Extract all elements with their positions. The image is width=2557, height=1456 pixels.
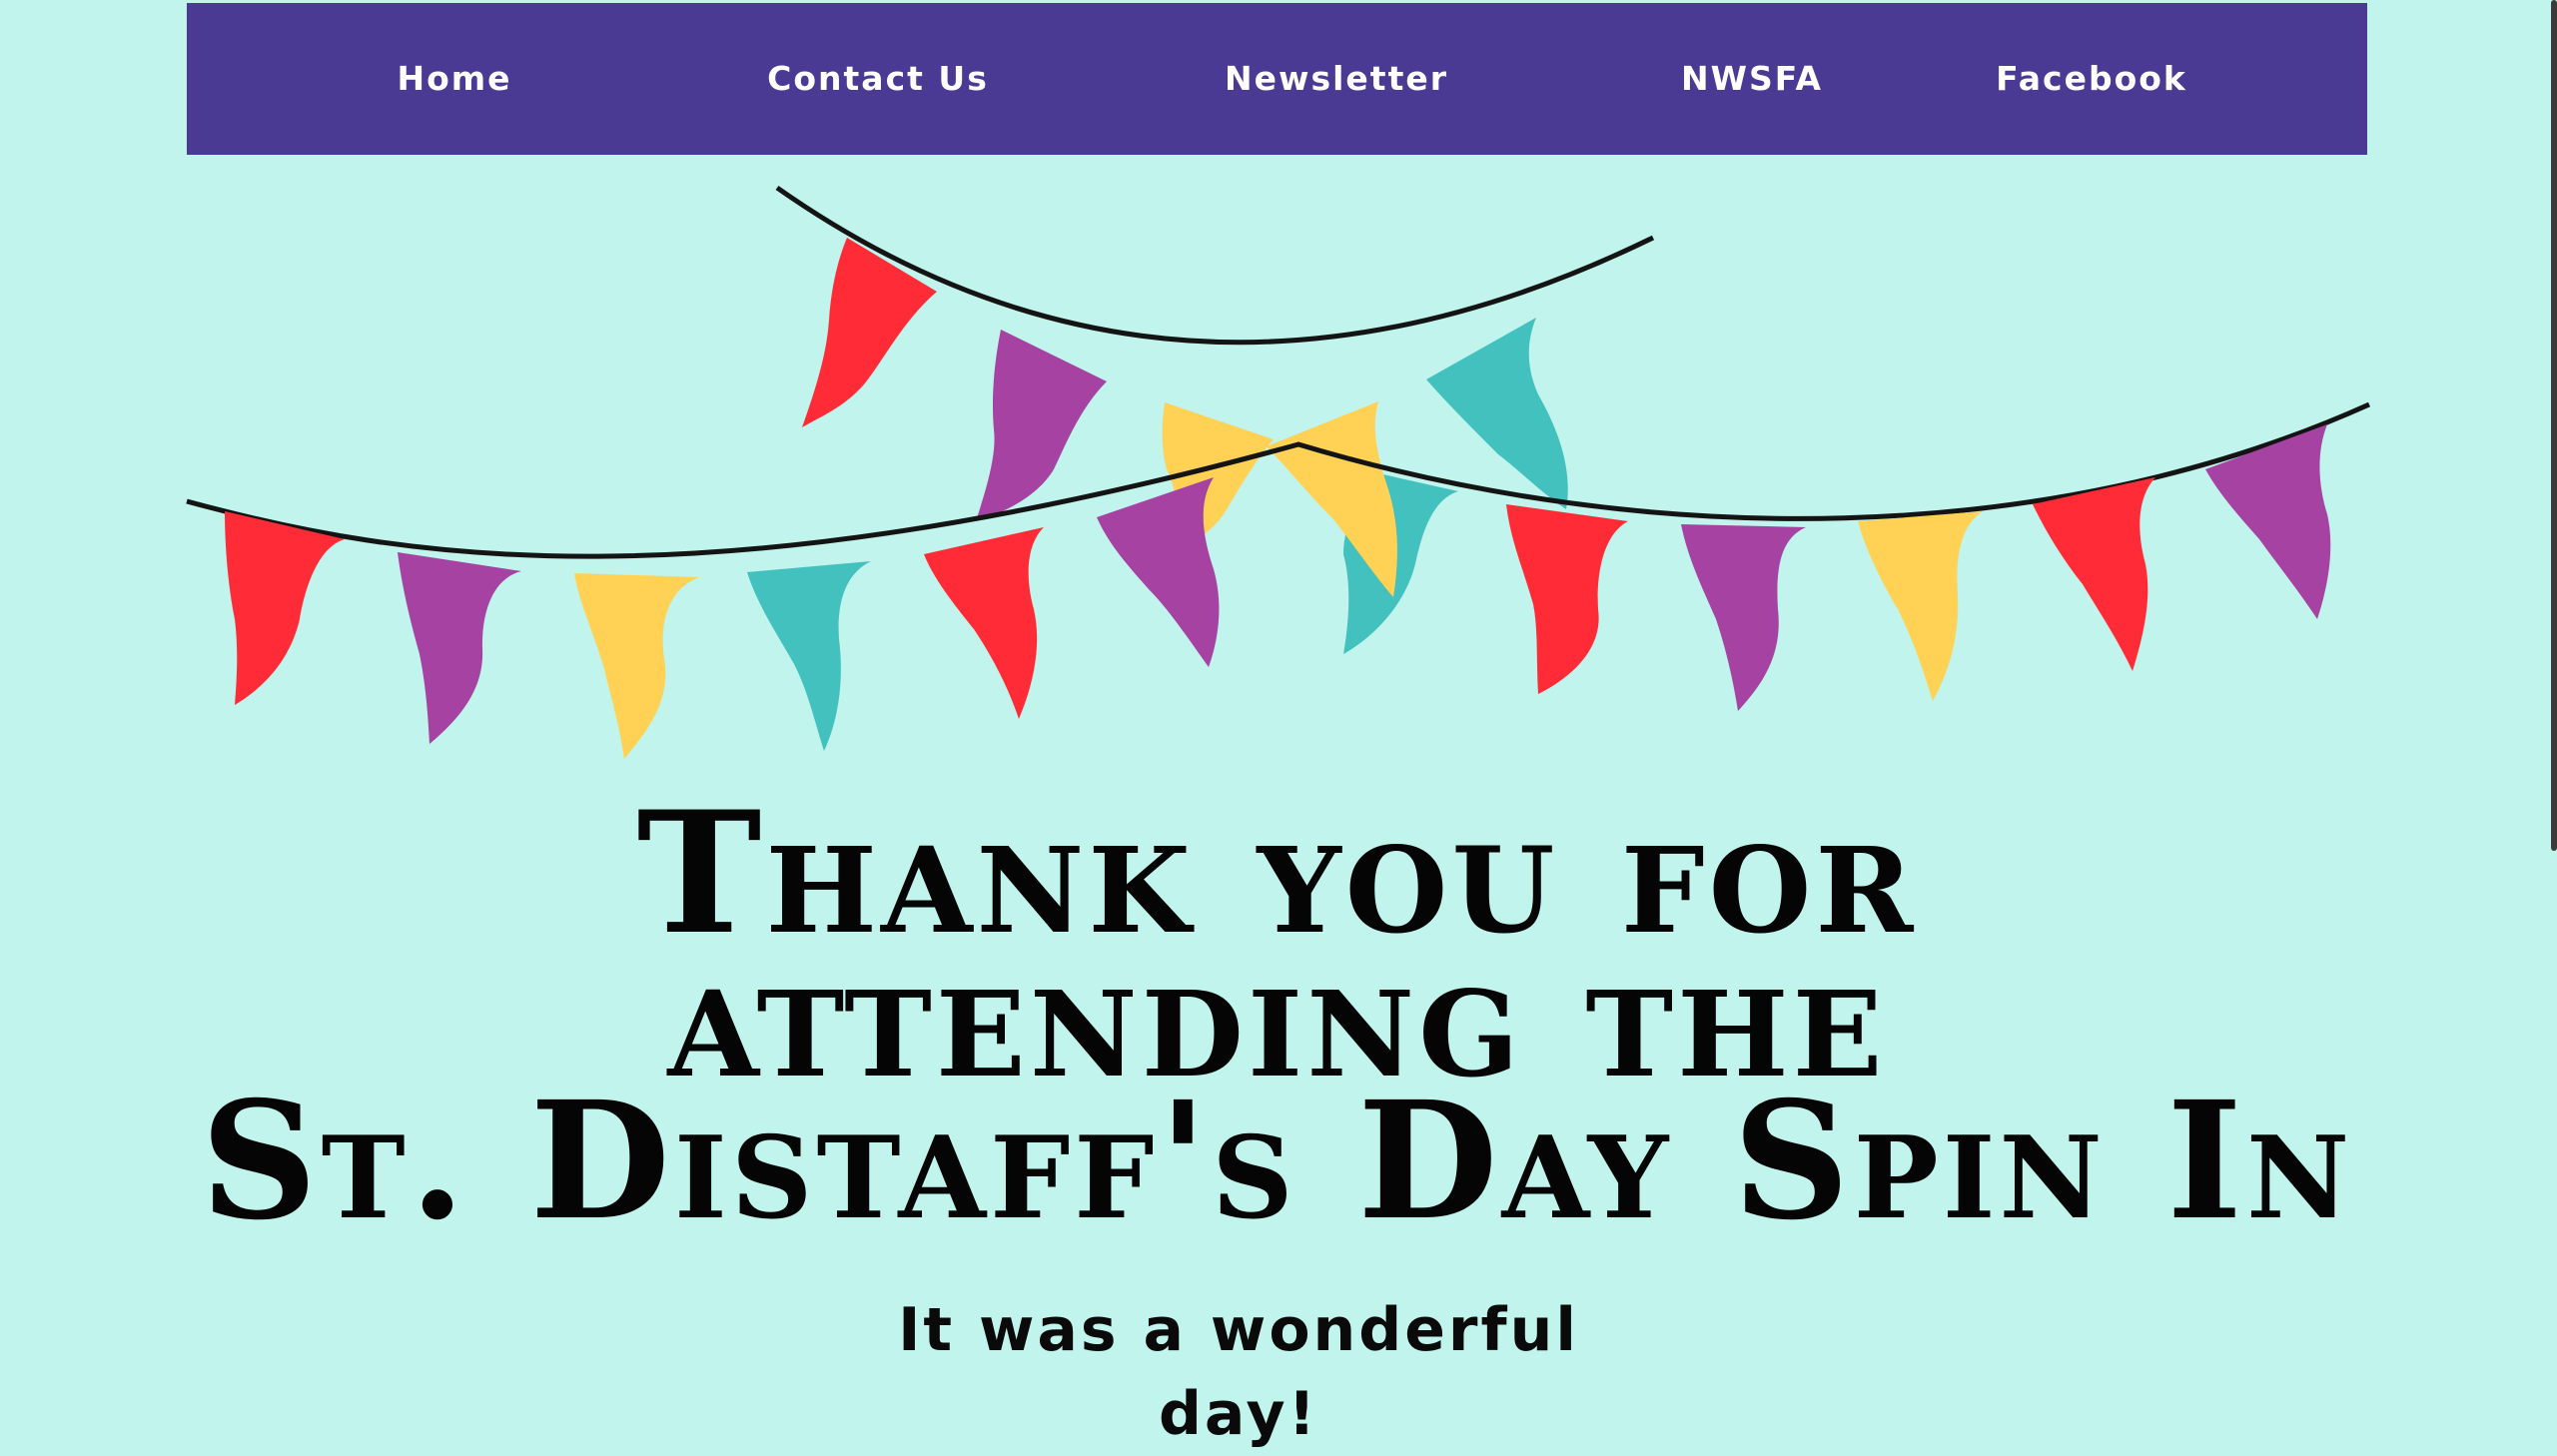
- bunting-flags-icon: [186, 185, 2371, 759]
- title-line-2: attending the: [667, 918, 1887, 1115]
- scrollbar-track[interactable]: [2549, 0, 2557, 1405]
- title-line-3: St. Distaff's Day Spin In: [200, 1067, 2354, 1256]
- scrollbar-thumb[interactable]: [2551, 0, 2557, 851]
- thank-you-message: It was a wonderful day!: [898, 1295, 1579, 1449]
- page-title: Thank you for attending the St. Distaff'…: [187, 789, 2367, 1256]
